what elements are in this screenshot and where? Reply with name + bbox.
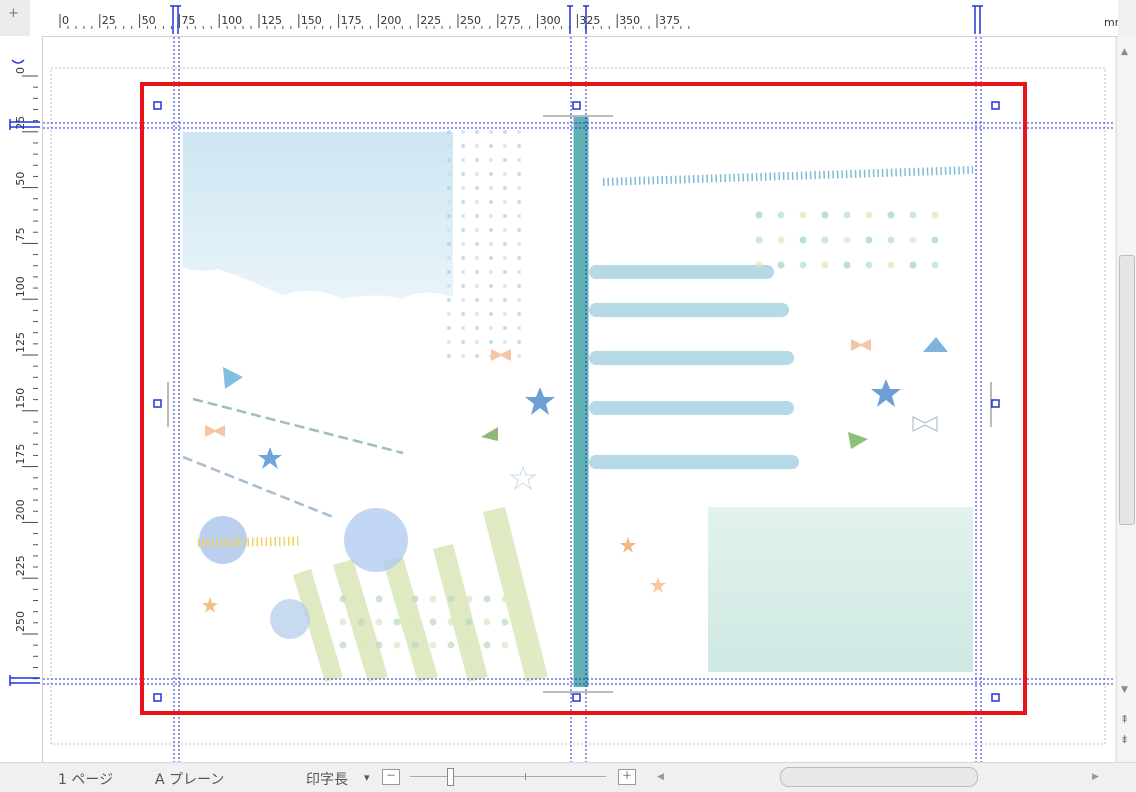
h-ruler-label: 100 xyxy=(221,14,242,27)
h-ruler-label: 50 xyxy=(142,14,156,27)
v-ruler-label: 250 xyxy=(14,611,27,632)
v-ruler-label: 0 xyxy=(14,67,27,74)
crosshair-icon: + xyxy=(8,6,19,21)
handle-top-center xyxy=(572,101,581,110)
ruler-origin-button[interactable]: + xyxy=(0,0,31,37)
handle-top-left xyxy=(153,101,162,110)
h-ruler-label: 325 xyxy=(579,14,600,27)
h-ruler-label: 125 xyxy=(261,14,282,27)
handle-bottom-left xyxy=(153,693,162,702)
h-ruler-label: 200 xyxy=(380,14,401,27)
h-ruler-label: 225 xyxy=(420,14,441,27)
unit-label: mm xyxy=(1104,16,1118,29)
handle-bottom-center xyxy=(572,693,581,702)
v-ruler-label: 50 xyxy=(14,172,27,186)
handle-bottom-right xyxy=(991,693,1000,702)
h-ruler-label: 25 xyxy=(102,14,116,27)
h-ruler-label: 275 xyxy=(500,14,521,27)
watercolor-cloud-left xyxy=(183,132,453,299)
chevron-down-icon[interactable]: ▾ xyxy=(364,771,370,784)
scroll-right-icon[interactable]: ▶ xyxy=(1092,772,1099,782)
vertical-ruler[interactable]: 0 25 50 75 100 125 150 175 200 225 250 xyxy=(0,36,43,762)
h-ruler-label: 250 xyxy=(460,14,481,27)
dot-grid-green xyxy=(755,211,939,269)
scroll-left-icon[interactable]: ◀ xyxy=(657,772,664,782)
zoom-slider-track[interactable] xyxy=(410,776,606,777)
handle-middle-left xyxy=(153,399,162,408)
handle-top-right xyxy=(991,101,1000,110)
zoom-in-button[interactable]: ＋ xyxy=(618,769,636,785)
plane-indicator[interactable]: A プレーン xyxy=(155,769,224,789)
h-ruler-label: 300 xyxy=(540,14,561,27)
h-ruler-label: 75 xyxy=(181,14,195,27)
vertical-scrollbar[interactable]: ▲ ▼ ⇞ ⇟ xyxy=(1116,37,1136,762)
watercolor-block-right xyxy=(708,507,973,672)
v-ruler-label: 75 xyxy=(14,227,27,241)
stripes-right xyxy=(589,265,799,469)
v-ruler-label: 200 xyxy=(14,499,27,520)
h-ruler-label: 350 xyxy=(619,14,640,27)
horizontal-ruler[interactable]: 0 25 50 75 100 125 150 175 200 225 250 275 300 325 350… xyxy=(30,0,1125,37)
h-ruler-label: 175 xyxy=(341,14,362,27)
cover-artwork xyxy=(182,117,974,687)
page-down-icon[interactable]: ⇟ xyxy=(1120,733,1129,746)
v-ruler-label: 150 xyxy=(14,388,27,409)
horizontal-scroll-thumb[interactable] xyxy=(780,767,978,787)
zoom-slider-thumb[interactable] xyxy=(447,768,454,786)
v-ruler-label: 100 xyxy=(14,276,27,297)
print-length-menu[interactable]: 印字長 xyxy=(306,769,348,789)
diagonal-stripes-green xyxy=(293,507,548,682)
dot-grid-blue xyxy=(447,130,521,358)
vertical-scroll-thumb[interactable] xyxy=(1119,255,1135,525)
page-up-icon[interactable]: ⇞ xyxy=(1120,713,1129,726)
h-ruler-label: 0 xyxy=(62,14,69,27)
scroll-up-icon[interactable]: ▲ xyxy=(1121,47,1128,57)
v-ruler-label: 125 xyxy=(14,332,27,353)
page-indicator: 1 ページ xyxy=(58,772,114,788)
handle-middle-right xyxy=(991,399,1000,408)
status-bar: 1 ページ A プレーン 印字長 ▾ － ＋ ◀ ▶ xyxy=(0,762,1136,792)
h-ruler-label: 375 xyxy=(659,14,680,27)
h-ruler-label: 150 xyxy=(301,14,322,27)
design-canvas[interactable] xyxy=(43,37,1115,762)
zoom-out-button[interactable]: － xyxy=(382,769,400,785)
v-ruler-label: 175 xyxy=(14,444,27,465)
scroll-down-icon[interactable]: ▼ xyxy=(1121,685,1128,695)
v-ruler-label: 225 xyxy=(14,555,27,576)
